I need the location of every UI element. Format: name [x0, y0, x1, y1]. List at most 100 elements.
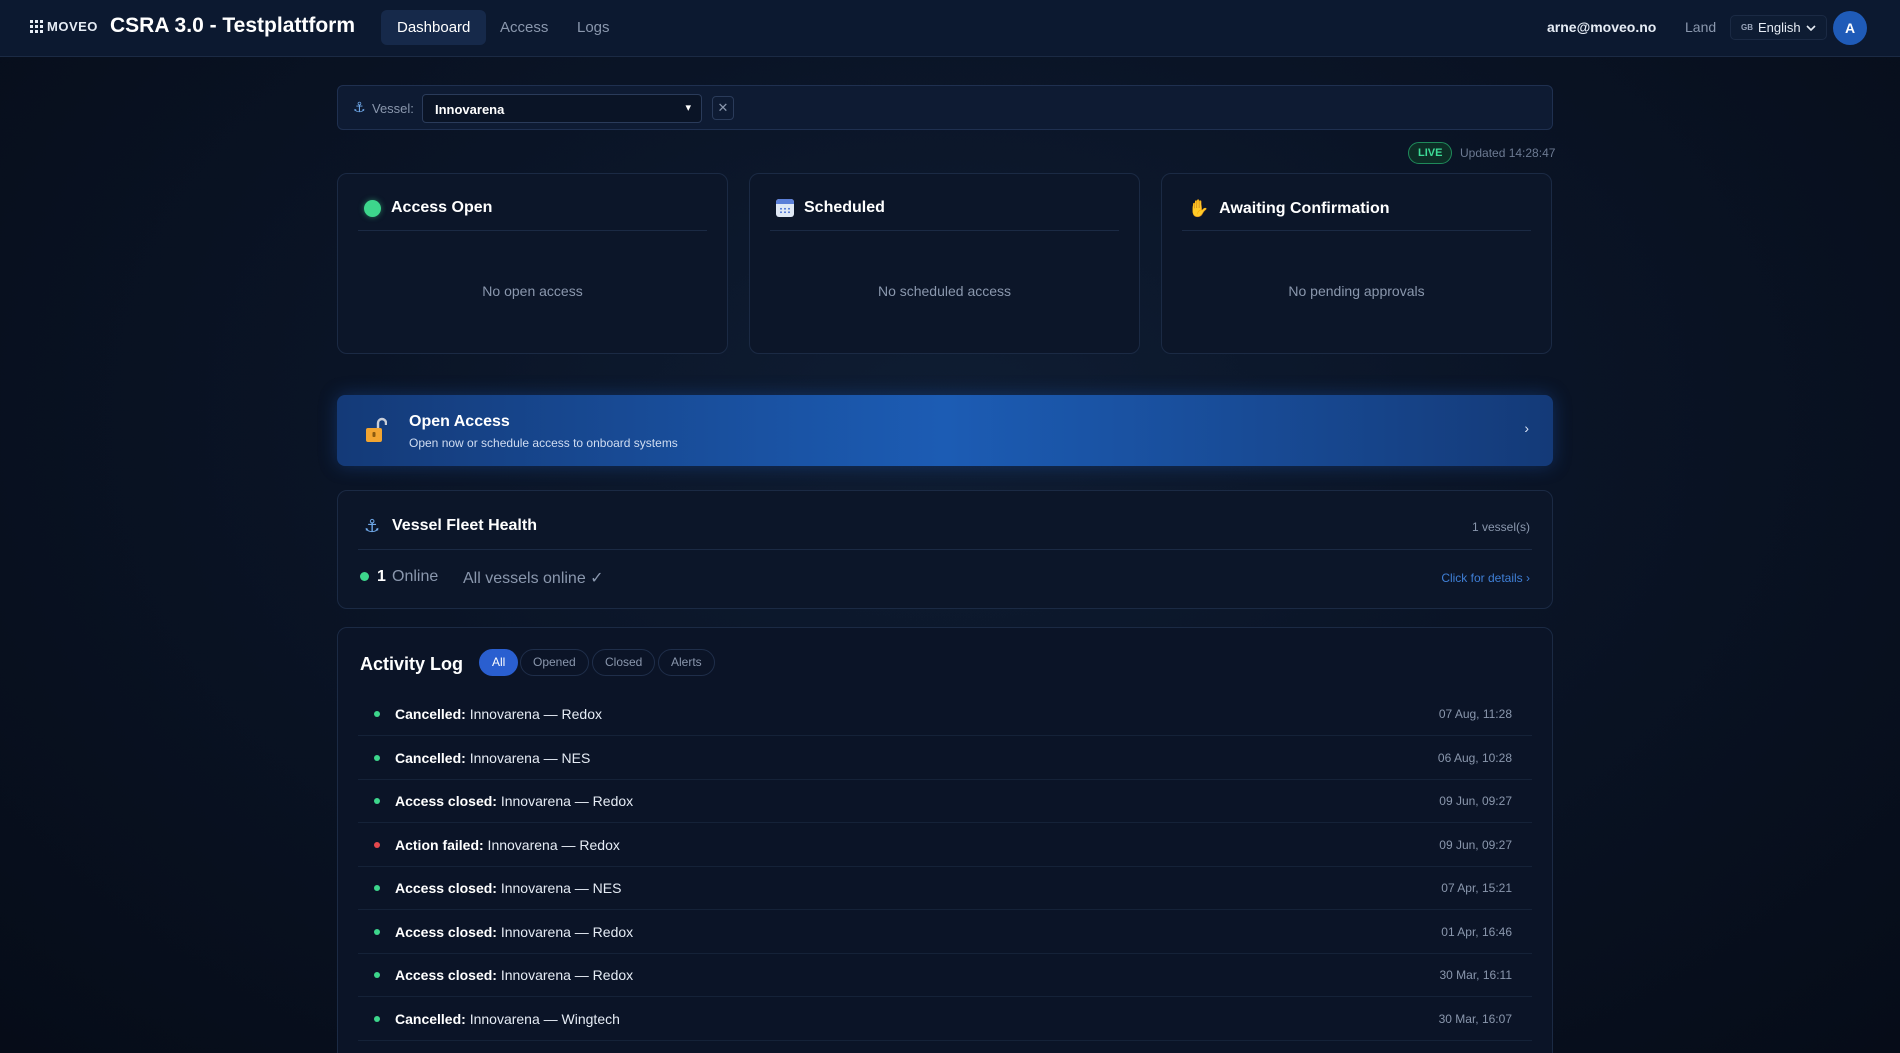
empty-state: No scheduled access [877, 283, 1012, 299]
card-title: Access Open [391, 199, 493, 216]
open-access-subtitle: Open now or schedule access to onboard s… [409, 436, 678, 450]
card-title: Scheduled [804, 199, 885, 216]
awaiting-confirmation-card: ✋ Awaiting Confirmation No pending appro… [1161, 173, 1552, 354]
log-time: 07 Apr, 15:21 [1441, 881, 1512, 895]
scheduled-card: Scheduled No scheduled access [749, 173, 1140, 354]
log-row[interactable]: Cancelled: Innovarena — Redox 07 Aug, 11:… [358, 692, 1532, 736]
log-text: Access closed: Innovarena — Redox [395, 967, 633, 983]
online-label: Online [392, 568, 439, 585]
log-detail: Innovarena — Redox [496, 967, 634, 983]
vessel-filter-bar: ⚓ Vessel: Innovarena ▾ ✕ [337, 85, 1553, 130]
log-text: Action failed: Innovarena — Redox [395, 837, 620, 853]
status-dot-icon [374, 798, 380, 804]
log-action: Cancelled: [395, 706, 466, 722]
divider [770, 230, 1119, 231]
log-time: 06 Aug, 10:28 [1437, 750, 1512, 765]
log-time: 09 Jun, 09:27 [1439, 794, 1512, 808]
log-text: Access closed: Innovarena — Redox [395, 793, 633, 809]
log-action: Cancelled: [395, 749, 466, 766]
vessel-label: Vessel: [372, 101, 414, 116]
status-dot-icon [374, 885, 380, 891]
log-detail: Innovarena — Redox [483, 836, 620, 853]
status-dot-icon [374, 972, 380, 978]
raised-hand-icon: ✋ [1188, 199, 1210, 218]
updated-timestamp: Updated 14:28:47 [1460, 146, 1556, 160]
status-dot-icon [374, 841, 380, 848]
log-row[interactable]: Cancelled: Innovarena — Wingtech 30 Mar, … [358, 997, 1532, 1041]
app-title: CSRA 3.0 - Testplattform [110, 14, 356, 37]
log-row[interactable]: Cancelled: Innovarena — NES 06 Aug, 10:28 [358, 736, 1532, 780]
log-text: Cancelled: Innovarena — Wingtech [395, 1011, 620, 1027]
log-action: Access closed: [395, 880, 497, 896]
activity-title: Activity Log [360, 654, 464, 674]
log-action: Action failed: [395, 836, 484, 853]
grid-dots-icon [30, 20, 43, 33]
chevron-down-icon [1806, 24, 1816, 31]
access-open-card: Access Open No open access [337, 173, 728, 354]
filter-closed[interactable]: Closed [592, 649, 656, 676]
log-detail: Innovarena — Redox [496, 923, 634, 940]
live-badge: LIVE [1408, 142, 1453, 164]
open-access-title: Open Access [409, 413, 510, 430]
log-detail: Innovarena — Redox [465, 706, 603, 722]
log-row[interactable]: Action failed: Innovarena — Redox 09 Jun,… [358, 823, 1532, 867]
vessel-fleet-health: ⚓ Vessel Fleet Health 1 vessel(s) 1 Onli… [337, 490, 1553, 609]
log-row[interactable]: Access closed: Innovarena — Redox 01 Apr,… [358, 910, 1532, 954]
log-detail: Innovarena — Redox [496, 793, 634, 809]
logo-text: MOVEO [47, 19, 98, 34]
moveo-logo[interactable]: MOVEO [30, 19, 98, 34]
divider [358, 230, 707, 231]
anchor-icon: ⚓ [353, 99, 366, 115]
vessel-count: 1 vessel(s) [1471, 520, 1530, 534]
card-title: Awaiting Confirmation [1219, 200, 1390, 217]
log-detail: Innovarena — NES [496, 880, 622, 896]
land-link[interactable]: Land [1685, 19, 1716, 35]
log-time: 01 Apr, 16:46 [1441, 924, 1512, 939]
log-row[interactable]: Access closed: Innovarena — Redox 30 Mar,… [358, 953, 1532, 997]
filter-opened[interactable]: Opened [520, 649, 589, 676]
language-label: English [1758, 20, 1801, 35]
language-select[interactable]: GB English [1730, 15, 1827, 40]
filter-alerts[interactable]: Alerts [658, 649, 715, 676]
status-dot-icon [374, 754, 380, 761]
log-text: Access closed: Innovarena — NES [395, 880, 621, 896]
green-dot-icon [364, 199, 381, 217]
unlocked-padlock-icon [366, 417, 387, 442]
log-detail: Innovarena — NES [465, 749, 591, 766]
empty-state: No pending approvals [1288, 283, 1425, 299]
log-action: Cancelled: [395, 1010, 466, 1027]
tab-dashboard[interactable]: Dashboard [381, 10, 487, 45]
tab-access[interactable]: Access [484, 10, 564, 45]
top-nav: MOVEO CSRA 3.0 - Testplattform Dashboard… [0, 0, 1900, 57]
empty-state: No open access [482, 283, 583, 299]
open-access-button[interactable]: Open Access Open now or schedule access … [337, 395, 1553, 466]
log-action: Access closed: [395, 793, 497, 809]
fleet-status: All vessels online ✓ [463, 570, 604, 587]
status-dot-icon [374, 928, 380, 935]
log-time: 07 Aug, 11:28 [1438, 707, 1512, 721]
calendar-icon [776, 199, 794, 217]
vessel-select[interactable]: Innovarena ▾ [422, 94, 702, 123]
tab-logs[interactable]: Logs [561, 10, 626, 45]
avatar[interactable]: A [1833, 11, 1867, 45]
fleet-title: Vessel Fleet Health [392, 517, 537, 534]
fleet-details-link[interactable]: Click for details › [1441, 571, 1530, 585]
log-action: Access closed: [395, 923, 497, 940]
log-row[interactable]: Access closed: Innovarena — Redox 09 Jun,… [358, 779, 1532, 823]
log-text: Access closed: Innovarena — Redox [395, 924, 633, 940]
activity-log: Activity Log All Opened Closed Alerts Ca… [337, 627, 1553, 1053]
vessel-selected-value: Innovarena [435, 102, 505, 117]
chevron-right-icon: › [1524, 420, 1529, 436]
log-time: 30 Mar, 16:07 [1438, 1011, 1512, 1026]
clear-vessel-button[interactable]: ✕ [712, 96, 734, 120]
log-text: Cancelled: Innovarena — NES [395, 750, 590, 766]
log-action: Access closed: [395, 967, 497, 983]
filter-all[interactable]: All [479, 649, 519, 676]
divider [1182, 230, 1531, 231]
chevron-down-icon: ▾ [685, 102, 691, 114]
status-dot-icon [374, 711, 380, 717]
user-email[interactable]: arne@moveo.no [1547, 19, 1656, 35]
log-row[interactable]: Access closed: Innovarena — NES 07 Apr, 1… [358, 866, 1532, 910]
divider [358, 549, 1532, 550]
log-time: 30 Mar, 16:11 [1439, 968, 1513, 982]
